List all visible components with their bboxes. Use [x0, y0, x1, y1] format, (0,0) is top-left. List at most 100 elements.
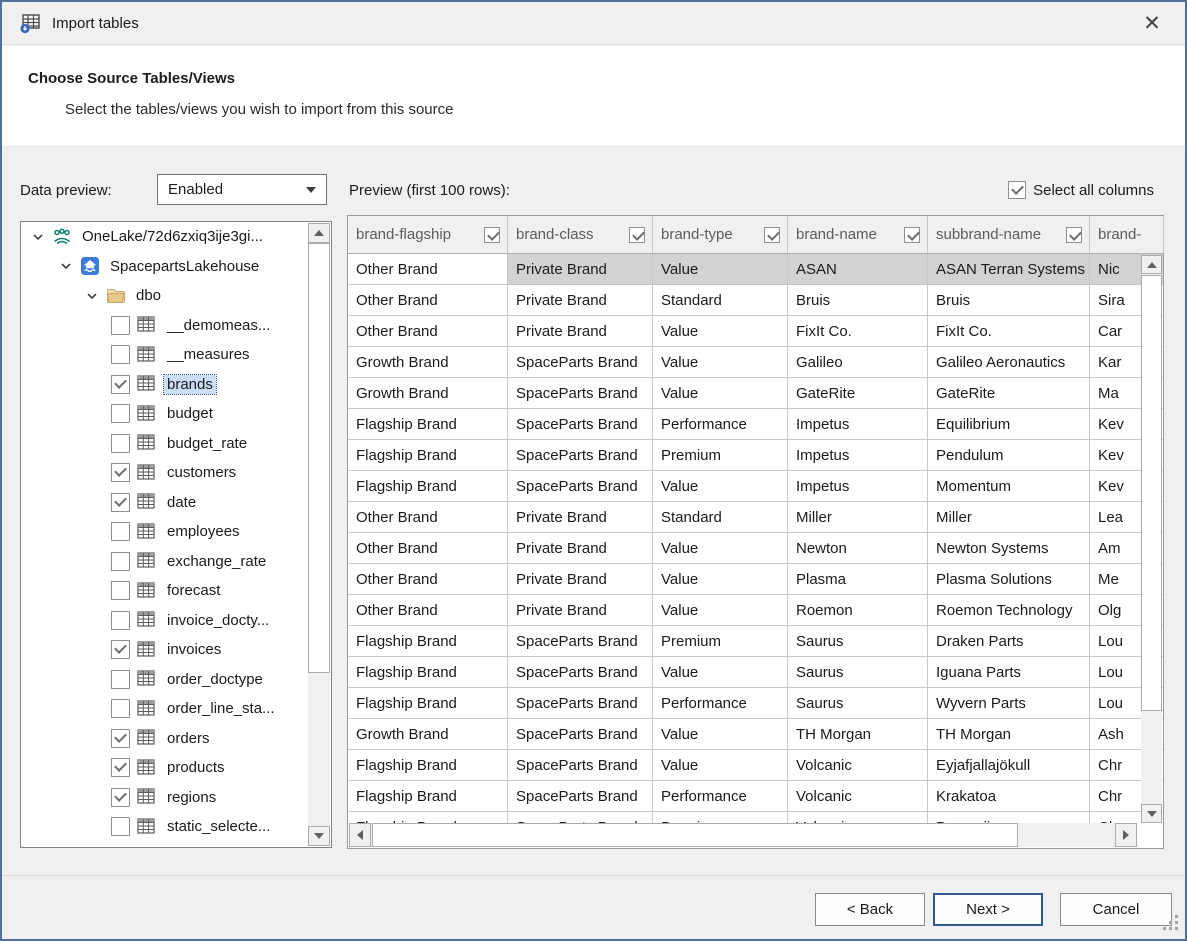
table-row[interactable]: Flagship BrandSpaceParts BrandValueVolca… — [348, 750, 1163, 781]
expander-icon[interactable] — [59, 259, 73, 273]
tree-node-spacepartslakehouse[interactable]: SpacepartsLakehouse — [21, 252, 308, 282]
tree-node-date[interactable]: date — [21, 488, 308, 518]
column-header-brand-type[interactable]: brand-type — [653, 216, 788, 254]
page-title: Choose Source Tables/Views — [28, 70, 235, 87]
table-row[interactable]: Growth BrandSpaceParts BrandValueTH Morg… — [348, 719, 1163, 750]
table-cell: Performance — [653, 781, 788, 812]
table-row[interactable]: Other BrandPrivate BrandStandardMillerMi… — [348, 502, 1163, 533]
column-header-label: brand-flagship — [356, 226, 451, 243]
tree-node-employees[interactable]: employees — [21, 517, 308, 547]
tree-node-static_selecte[interactable]: static_selecte... — [21, 812, 308, 842]
tree-node-products[interactable]: products — [21, 753, 308, 783]
table-row[interactable]: Flagship BrandSpaceParts BrandValueSauru… — [348, 657, 1163, 688]
next-button[interactable]: Next > — [933, 893, 1043, 926]
column-header-brand-[interactable]: brand- — [1090, 216, 1164, 254]
scroll-up-button[interactable] — [1141, 255, 1162, 274]
table-cell: Other Brand — [348, 502, 508, 533]
tree-node-label: __measures — [164, 345, 253, 364]
column-header-brand-flagship[interactable]: brand-flagship — [348, 216, 508, 254]
column-header-brand-name[interactable]: brand-name — [788, 216, 928, 254]
tree-node-order_doctype[interactable]: order_doctype — [21, 665, 308, 695]
scroll-right-button[interactable] — [1115, 823, 1137, 847]
tree-node-invoice_docty[interactable]: invoice_docty... — [21, 606, 308, 636]
select-all-checkbox[interactable] — [1008, 181, 1026, 199]
tree-node-onelake72d6zxiq3ije3gi[interactable]: OneLake/72d6zxiq3ije3gi... — [21, 222, 308, 252]
column-checkbox[interactable] — [629, 227, 645, 243]
tree-checkbox[interactable] — [111, 611, 130, 630]
tree-node-invoices[interactable]: invoices — [21, 635, 308, 665]
table-row[interactable]: Other BrandPrivate BrandValueRoemonRoemo… — [348, 595, 1163, 626]
tree-checkbox[interactable] — [111, 493, 130, 512]
table-row[interactable]: Growth BrandSpaceParts BrandValueGalileo… — [348, 347, 1163, 378]
tree-node-budget_rate[interactable]: budget_rate — [21, 429, 308, 459]
tree-node-customers[interactable]: customers — [21, 458, 308, 488]
tree-node-dbo[interactable]: dbo — [21, 281, 308, 311]
tree-checkbox[interactable] — [111, 788, 130, 807]
table-cell: Plasma Solutions — [928, 564, 1090, 595]
scroll-left-button[interactable] — [349, 823, 371, 847]
table-row[interactable]: Other BrandPrivate BrandValueNewtonNewto… — [348, 533, 1163, 564]
table-row[interactable]: Flagship BrandSpaceParts BrandPremiumImp… — [348, 440, 1163, 471]
column-checkbox[interactable] — [1066, 227, 1082, 243]
expander-icon[interactable] — [85, 289, 99, 303]
column-checkbox[interactable] — [764, 227, 780, 243]
tree-vertical-scrollbar[interactable] — [308, 223, 330, 846]
tree-checkbox[interactable] — [111, 434, 130, 453]
table-row[interactable]: Growth BrandSpaceParts BrandValueGateRit… — [348, 378, 1163, 409]
expander-icon[interactable] — [31, 230, 45, 244]
arrow-down-icon — [314, 833, 324, 839]
grid-vscrollbar-thumb[interactable] — [1141, 275, 1162, 711]
table-row[interactable]: Flagship BrandSpaceParts BrandPerformanc… — [348, 781, 1163, 812]
tree-node-budget[interactable]: budget — [21, 399, 308, 429]
table-row[interactable]: Other BrandPrivate BrandValuePlasmaPlasm… — [348, 564, 1163, 595]
grid-vertical-scrollbar[interactable] — [1141, 255, 1162, 823]
tree-scrollbar-thumb[interactable] — [308, 243, 330, 673]
resize-grip-icon[interactable] — [1163, 915, 1179, 935]
table-row[interactable]: Other BrandPrivate BrandValueASANASAN Te… — [348, 254, 1163, 285]
tree-checkbox[interactable] — [111, 670, 130, 689]
data-preview-dropdown[interactable]: Enabled — [157, 174, 327, 205]
tree-checkbox[interactable] — [111, 345, 130, 364]
tree-node-exchange_rate[interactable]: exchange_rate — [21, 547, 308, 577]
tree-node-orders[interactable]: orders — [21, 724, 308, 754]
tree-node-__demomeas[interactable]: __demomeas... — [21, 311, 308, 341]
tree-checkbox[interactable] — [111, 522, 130, 541]
table-icon — [137, 728, 157, 748]
tree-node-__measures[interactable]: __measures — [21, 340, 308, 370]
cancel-button[interactable]: Cancel — [1060, 893, 1172, 926]
tree-checkbox[interactable] — [111, 729, 130, 748]
tree-node-regions[interactable]: regions — [21, 783, 308, 813]
table-row[interactable]: Flagship BrandSpaceParts BrandPerformanc… — [348, 409, 1163, 440]
tree-node-order_line_sta[interactable]: order_line_sta... — [21, 694, 308, 724]
tree-checkbox[interactable] — [111, 463, 130, 482]
tree-checkbox[interactable] — [111, 404, 130, 423]
tree-checkbox[interactable] — [111, 316, 130, 335]
column-header-subbrand-name[interactable]: subbrand-name — [928, 216, 1090, 254]
tree-checkbox[interactable] — [111, 581, 130, 600]
tree-node-forecast[interactable]: forecast — [21, 576, 308, 606]
table-row[interactable]: Other BrandPrivate BrandStandardBruisBru… — [348, 285, 1163, 316]
back-button[interactable]: < Back — [815, 893, 925, 926]
scroll-down-button[interactable] — [308, 826, 330, 846]
column-header-brand-class[interactable]: brand-class — [508, 216, 653, 254]
table-row[interactable]: Other BrandPrivate BrandValueFixIt Co.Fi… — [348, 316, 1163, 347]
grid-hscrollbar-thumb[interactable] — [372, 823, 1018, 847]
scroll-down-button[interactable] — [1141, 804, 1162, 823]
grid-horizontal-scrollbar[interactable] — [349, 823, 1137, 847]
tree-checkbox[interactable] — [111, 552, 130, 571]
scroll-up-button[interactable] — [308, 223, 330, 243]
tree-checkbox[interactable] — [111, 758, 130, 777]
tree-node-partial[interactable] — [21, 842, 308, 848]
table-row[interactable]: Flagship BrandSpaceParts BrandValueImpet… — [348, 471, 1163, 502]
tree-node-brands[interactable]: brands — [21, 370, 308, 400]
column-checkbox[interactable] — [904, 227, 920, 243]
column-checkbox[interactable] — [484, 227, 500, 243]
select-all-columns[interactable]: Select all columns — [1008, 181, 1154, 199]
tree-checkbox[interactable] — [111, 817, 130, 836]
table-row[interactable]: Flagship BrandSpaceParts BrandPremiumSau… — [348, 626, 1163, 657]
close-icon[interactable]: ✕ — [1129, 2, 1175, 45]
tree-checkbox[interactable] — [111, 640, 130, 659]
tree-checkbox[interactable] — [111, 375, 130, 394]
table-row[interactable]: Flagship BrandSpaceParts BrandPerformanc… — [348, 688, 1163, 719]
tree-checkbox[interactable] — [111, 699, 130, 718]
